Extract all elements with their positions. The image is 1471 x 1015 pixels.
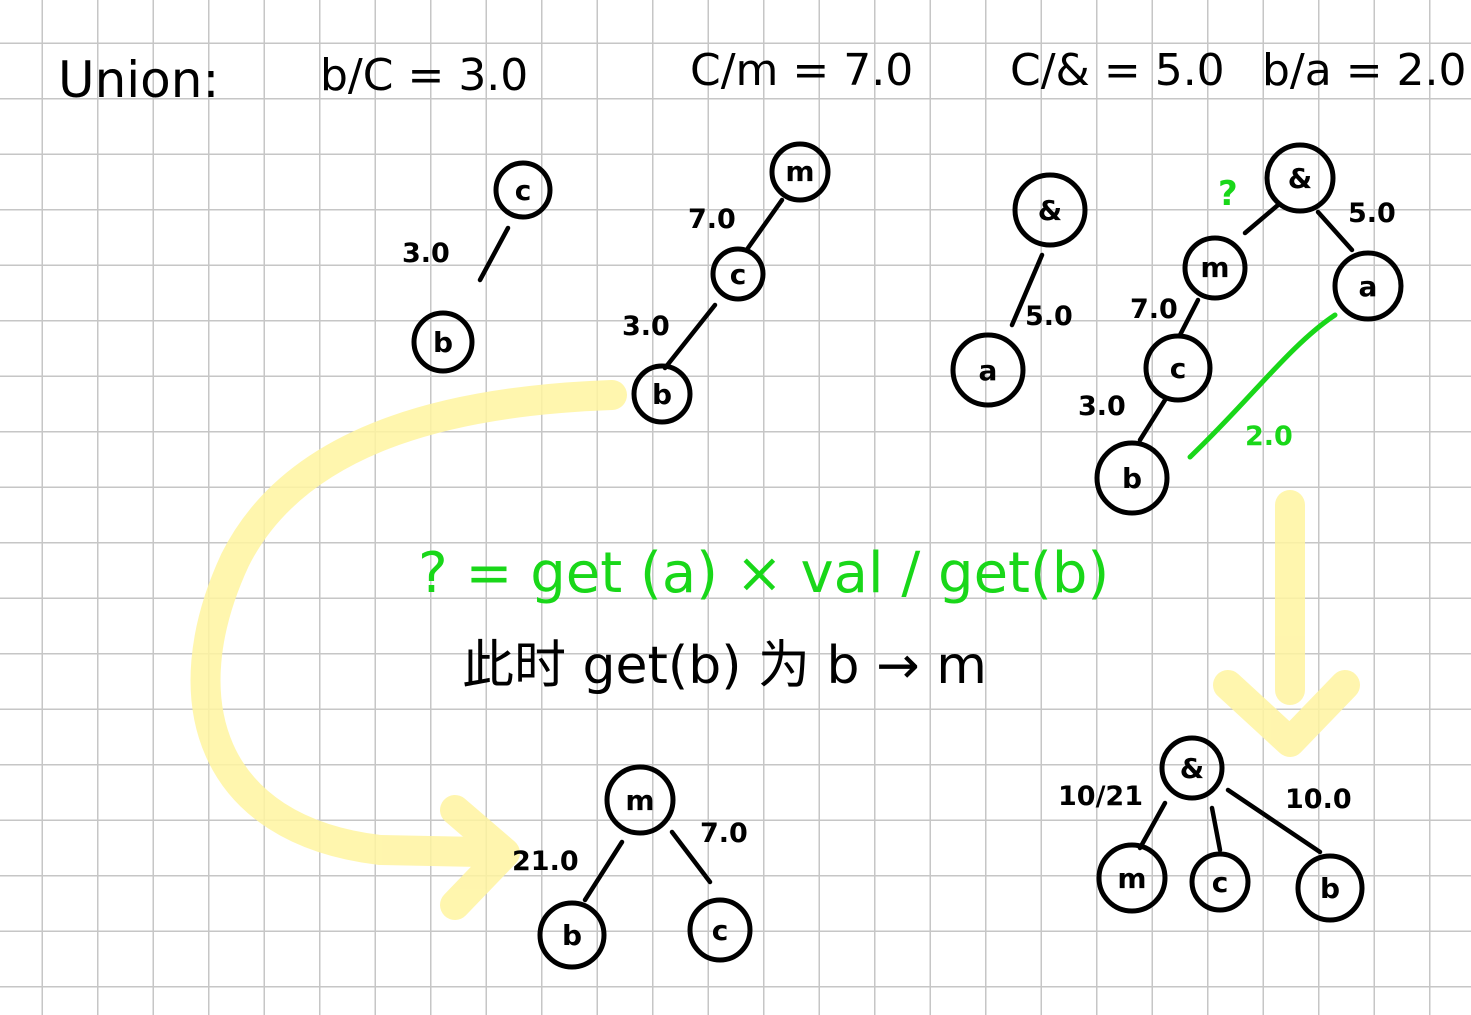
tree1-node-b-label: b: [433, 326, 453, 359]
tree5-edge-b-m: [582, 839, 625, 903]
tree2-node-m-label: m: [785, 155, 814, 188]
tree6-node-amp-label: &: [1180, 752, 1204, 785]
equation-b-c: b/C = 3.0: [320, 50, 528, 101]
tree6-edge-m-amp-weight: 10/21: [1058, 781, 1143, 812]
formula-text: ? = get (a) × val / get(b): [418, 541, 1109, 606]
tree4-edge-c-m-weight: 7.0: [1130, 294, 1178, 325]
tree3-node-amp-label: &: [1038, 194, 1062, 227]
tree5-edge-c-m-weight: 7.0: [700, 818, 748, 849]
tree6-edge-c-amp: [1209, 805, 1223, 853]
tree2-edge-c-m: [745, 197, 785, 251]
tree6-node-m-label: m: [1117, 862, 1146, 895]
tree5-node-m-label: m: [625, 784, 654, 817]
tree4-node-c-label: c: [1170, 352, 1187, 385]
tree2-node-b-label: b: [652, 378, 672, 411]
tree6-edge-b-amp-weight: 10.0: [1285, 784, 1352, 815]
tree5-node-b-label: b: [562, 919, 582, 952]
tree4-edge-a-amp: [1315, 209, 1355, 253]
tree6-node-b-label: b: [1320, 872, 1340, 905]
whiteboard: Union: b/C = 3.0 C/m = 7.0 C/& = 5.0 b/a…: [58, 45, 1467, 970]
tree2-node-c-label: c: [730, 258, 747, 291]
note-text: 此时 get(b) 为 b → m: [462, 636, 987, 696]
tree4-edge-b-c: [1137, 397, 1168, 443]
equation-b-a: b/a = 2.0: [1262, 45, 1467, 96]
tree6-edge-m-amp: [1137, 800, 1168, 851]
tree4-edge-b-c-weight: 3.0: [1078, 391, 1126, 422]
tree4-node-m-label: m: [1200, 251, 1229, 284]
tree4-edge-a-amp-weight: 5.0: [1348, 198, 1396, 229]
tree4-edge-b-a-weight: 2.0: [1245, 421, 1293, 452]
tree4-edge-c-m: [1177, 297, 1201, 338]
tree4-edge-m-amp: [1242, 202, 1281, 236]
tree2-edge-b-c: [662, 302, 718, 371]
tree1-node-c-label: c: [515, 174, 532, 207]
tree4-edge-m-amp-weight: ?: [1218, 174, 1238, 214]
tree3-edge-a-amp-weight: 5.0: [1025, 301, 1073, 332]
tree1-edge-b-c: [477, 225, 511, 283]
tree1-edge-b-c-weight: 3.0: [402, 238, 450, 269]
tree4-node-a-label: a: [1359, 270, 1378, 303]
page-title: Union:: [58, 51, 219, 109]
tree4-node-amp-label: &: [1288, 162, 1312, 195]
curved-highlight-arrow: [190, 380, 627, 867]
equation-c-m: C/m = 7.0: [690, 45, 913, 96]
tree2-edge-b-c-weight: 3.0: [622, 311, 670, 342]
tree2-edge-c-m-weight: 7.0: [688, 204, 736, 235]
tree3-node-a-label: a: [979, 354, 998, 387]
tree5-node-c-label: c: [712, 914, 729, 947]
tree6-node-c-label: c: [1212, 866, 1229, 899]
tree5-edge-b-m-weight: 21.0: [512, 846, 579, 877]
equation-c-amp: C/& = 5.0: [1010, 45, 1225, 96]
tree4-node-b-label: b: [1122, 462, 1142, 495]
